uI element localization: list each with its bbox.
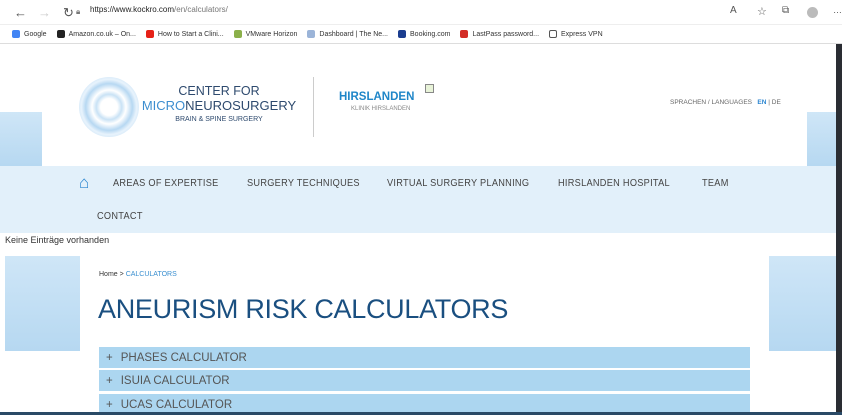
collections-icon[interactable]: ⧉ <box>782 5 789 16</box>
accordion-label: UCAS CALCULATOR <box>120 398 233 411</box>
forward-icon[interactable]: → <box>38 5 51 20</box>
lang-en-link[interactable]: EN <box>757 99 766 106</box>
bookmark-item[interactable]: Google <box>12 30 47 38</box>
left-side-panel <box>5 256 80 351</box>
right-side-panel <box>769 256 836 351</box>
bookmark-favicon-icon <box>56 30 65 38</box>
reload-icon[interactable]: ↻ <box>63 5 74 21</box>
bookmark-label: Booking.com <box>410 30 451 38</box>
accordion-phases[interactable]: + PHASES CALCULATOR <box>99 347 750 368</box>
lang-de-link[interactable]: DE <box>772 99 781 106</box>
bookmark-item[interactable]: Amazon.co.uk – On... <box>56 30 136 38</box>
bookmark-favicon-icon <box>233 30 242 38</box>
nav-contact[interactable]: CONTACT <box>97 211 143 222</box>
breadcrumb-separator: > <box>119 271 124 278</box>
address-bar[interactable]: https://www.kockro.com/en/calculators/ <box>90 5 228 14</box>
bookmark-item[interactable]: LastPass password... <box>460 30 539 38</box>
lang-separator: | <box>768 99 770 106</box>
nav-virtual-surgery-planning[interactable]: VIRTUAL SURGERY PLANNING <box>387 178 529 189</box>
hirslanden-logo[interactable]: HIRSLANDEN <box>339 91 414 103</box>
logo-text[interactable]: CENTER FOR MICRONEUROSURGERY BRAIN & SPI… <box>139 84 299 123</box>
browser-toolbar: ← → ↻ 🔒︎ https://www.kockro.com/en/calcu… <box>0 0 842 25</box>
bookmark-label: Dashboard | The Ne... <box>319 30 389 38</box>
url-path: /en/calculators/ <box>174 5 228 14</box>
plus-icon: + <box>106 398 113 411</box>
breadcrumb-current: CALCULATORS <box>125 271 177 278</box>
logo-line2a: MICRO <box>141 98 186 113</box>
logo-line3: BRAIN & SPINE SURGERY <box>175 116 263 123</box>
breadcrumb-home[interactable]: Home <box>99 271 118 278</box>
logo-divider <box>313 77 314 137</box>
accordion-isuia[interactable]: + ISUIA CALCULATOR <box>99 370 750 391</box>
home-icon[interactable]: ⌂ <box>79 173 89 193</box>
accordion-label: ISUIA CALCULATOR <box>120 374 230 387</box>
bookmark-favicon-icon <box>549 30 558 38</box>
nav-surgery-techniques[interactable]: SURGERY TECHNIQUES <box>247 178 360 189</box>
favorite-star-icon[interactable]: ☆ <box>757 5 767 18</box>
bookmark-label: Amazon.co.uk – On... <box>68 30 136 38</box>
bookmark-item[interactable]: Booking.com <box>398 30 450 38</box>
site-header: SPRACHEN / LANGUAGES EN | DE CENTER FOR … <box>42 44 807 166</box>
bookmark-label: Express VPN <box>561 30 603 38</box>
bookmark-item[interactable]: Express VPN <box>549 30 603 38</box>
bookmark-favicon-icon <box>145 30 154 38</box>
bookmark-item[interactable]: VMware Horizon <box>233 30 298 38</box>
logo-line2b: NEUROSURGERY <box>185 98 297 113</box>
bookmark-label: How to Start a Clini... <box>157 30 224 38</box>
main-nav: ⌂ AREAS OF EXPERTISE SURGERY TECHNIQUES … <box>0 166 836 233</box>
bookmark-favicon-icon <box>12 30 20 38</box>
nav-hirslanden-hospital[interactable]: HIRSLANDEN HOSPITAL <box>558 178 670 189</box>
bookmark-favicon-icon <box>398 30 407 38</box>
logo-line1: CENTER FOR <box>178 84 260 98</box>
bookmark-label: VMware Horizon <box>245 30 298 38</box>
nav-areas-of-expertise[interactable]: AREAS OF EXPERTISE <box>113 178 219 189</box>
bookmark-item[interactable]: Dashboard | The Ne... <box>307 30 388 38</box>
page-title: ANEURISM RISK CALCULATORS <box>98 294 509 324</box>
hirslanden-subtitle: KLINIK HIRSLANDEN <box>351 106 411 112</box>
more-icon[interactable]: … <box>833 5 842 15</box>
read-aloud-icon[interactable]: A <box>730 5 737 16</box>
empty-entries-notice: Keine Einträge vorhanden <box>5 235 110 245</box>
hirslanden-mark-icon <box>425 84 434 93</box>
bookmark-favicon-icon <box>460 30 469 38</box>
accordion-label: PHASES CALCULATOR <box>120 351 247 364</box>
window-edge <box>836 44 842 415</box>
bookmarks-bar: Google Amazon.co.uk – On... How to Start a… <box>0 25 842 44</box>
breadcrumb: Home > CALCULATORS <box>99 271 177 278</box>
url-host: https://www.kockro.com <box>90 5 175 14</box>
back-icon[interactable]: ← <box>14 5 27 20</box>
bookmark-label: LastPass password... <box>472 30 540 38</box>
bookmark-favicon-icon <box>307 30 316 38</box>
language-label: SPRACHEN / LANGUAGES <box>670 99 752 106</box>
nav-team[interactable]: TEAM <box>702 178 729 189</box>
logo-emblem[interactable] <box>79 77 139 137</box>
plus-icon: + <box>106 351 113 364</box>
bookmark-label: Google <box>24 30 47 38</box>
profile-avatar[interactable] <box>807 7 818 18</box>
lock-icon: 🔒︎ <box>76 7 81 16</box>
bookmark-item[interactable]: How to Start a Clini... <box>145 30 224 38</box>
plus-icon: + <box>106 374 113 387</box>
